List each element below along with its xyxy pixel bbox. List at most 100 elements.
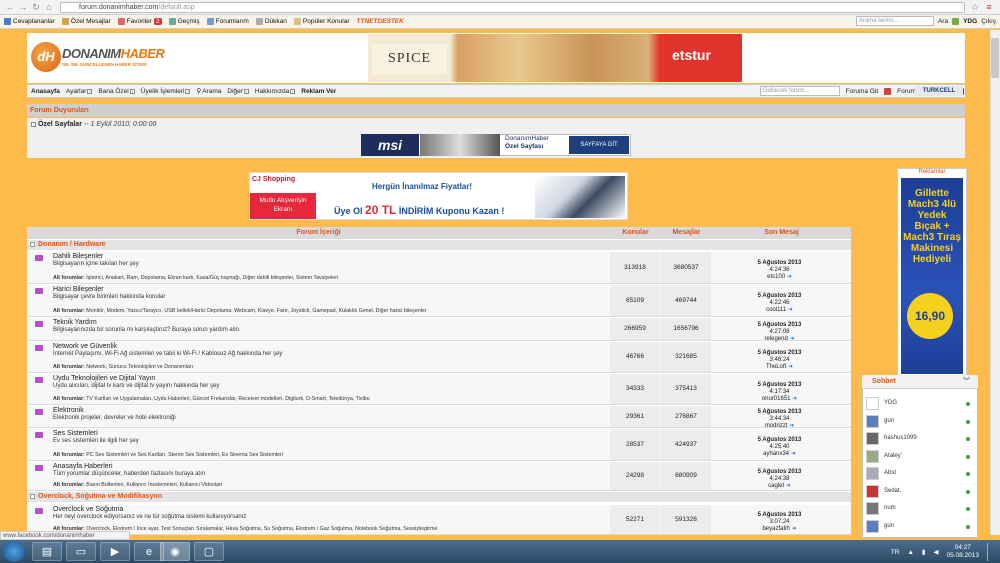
nav-hakkimizda[interactable]: Hakkımızda +: [255, 88, 296, 95]
forum-goto-input[interactable]: Gidilecek forum...: [759, 86, 840, 96]
network-icon[interactable]: ▮: [922, 548, 926, 556]
collapse-icon[interactable]: [30, 493, 35, 499]
subforums[interactable]: Alt forumlar: Network, Sunucu Teknolojil…: [53, 364, 193, 370]
forum-name[interactable]: Elektronik: [53, 407, 84, 414]
last-post-user[interactable]: ets100: [767, 274, 785, 280]
star-icon[interactable]: ☆: [970, 2, 980, 12]
chat-user[interactable]: Ataley': [864, 448, 976, 465]
category-overclock[interactable]: Overclock, Soğutma ve Modifikasyon: [27, 492, 851, 502]
menu-icon[interactable]: ≡: [984, 2, 994, 12]
user-name[interactable]: YDG: [963, 18, 977, 25]
bookmark-ozel-mesajlar[interactable]: Özel Mesajlar: [61, 18, 111, 25]
ttnet-link[interactable]: TTNETDESTEK: [357, 18, 404, 25]
msi-goto-button[interactable]: SAYFAYA GİT: [569, 136, 629, 154]
nav-reklam-ver[interactable]: Reklam Ver: [301, 88, 336, 95]
forum-row[interactable]: Teknik Yardım Bilgisayarınızda bir sorunl…: [27, 318, 851, 343]
go-to-post-icon[interactable]: ➜: [792, 396, 797, 403]
chrome-icon[interactable]: ◉: [160, 542, 190, 561]
chat-user[interactable]: gun: [864, 413, 976, 430]
last-post-user[interactable]: beyazfatih: [762, 526, 789, 532]
forum-name[interactable]: Teknik Yardım: [53, 319, 97, 326]
last-post[interactable]: 5 Ağustos 2013 3:44:34 modrizzt ➜: [727, 409, 832, 430]
window-icon[interactable]: ▢: [194, 542, 224, 561]
last-post[interactable]: 5 Ağustos 2013 4:24:38 caglet ➜: [727, 469, 832, 490]
forum-name[interactable]: Overclock ve Soğutma: [53, 506, 123, 513]
chat-user[interactable]: num: [864, 500, 976, 517]
nav-diger[interactable]: Diğer +: [227, 88, 249, 95]
last-post[interactable]: 5 Ağustos 2013 4:25:40 ayhanx34 ➜: [727, 437, 832, 458]
start-button-icon[interactable]: [3, 541, 25, 562]
collapse-icon[interactable]: -: [31, 122, 36, 127]
category-donanim[interactable]: Donanım / Hardware: [27, 240, 851, 250]
last-post[interactable]: 5 Ağustos 2013 3:07:24 beyazfatih ➜: [727, 512, 832, 533]
go-to-post-icon[interactable]: ➜: [792, 526, 797, 533]
last-post-user[interactable]: caglet: [768, 483, 784, 489]
media-player-icon[interactable]: ▶: [100, 542, 130, 561]
last-post-user[interactable]: TheLoft: [766, 364, 786, 370]
forum-row[interactable]: Harici Bileşenler Bilgisayar çevre biriml…: [27, 285, 851, 317]
bookmark-populer-konular[interactable]: Popüler Konular: [293, 18, 350, 25]
announcement-title[interactable]: Özel Sayfalar: [38, 121, 82, 128]
announcement-row[interactable]: - Özel Sayfalar -- 1 Eylül 2010; 0:00:00: [27, 118, 965, 132]
last-post[interactable]: 5 Ağustos 2013 4:17:34 onur01651 ➜: [727, 382, 832, 403]
address-bar[interactable]: forum.donanimhaber.com/default.asp: [60, 2, 965, 13]
folder-icon[interactable]: ▭: [66, 542, 96, 561]
chat-user[interactable]: gun: [864, 518, 976, 535]
scrollbar-thumb[interactable]: [991, 38, 999, 78]
collapse-icon[interactable]: [30, 241, 35, 247]
back-icon[interactable]: ←: [5, 2, 15, 12]
turkcell-logo[interactable]: TURKCELL: [915, 86, 963, 96]
explorer-icon[interactable]: ▤: [32, 542, 62, 561]
last-post[interactable]: 5 Ağustos 2013 4:27:08 relegend ➜: [727, 322, 832, 343]
nav-uyelik[interactable]: Üyelik İşlemleri +: [141, 88, 191, 95]
go-to-post-icon[interactable]: ➜: [786, 483, 791, 490]
chat-user[interactable]: Sedat.: [864, 483, 976, 500]
forum-name[interactable]: Network ve Güvenlik: [53, 343, 117, 350]
chat-user[interactable]: Abst: [864, 465, 976, 482]
last-post-user[interactable]: ayhanx34: [763, 451, 789, 457]
last-post-user[interactable]: cool111: [766, 307, 786, 313]
last-post[interactable]: 5 Ağustos 2013 3:46:24 TheLoft ➜: [727, 350, 832, 371]
go-to-post-icon[interactable]: ➜: [788, 364, 793, 371]
forum-goto-button[interactable]: Foruma Git: [846, 88, 879, 95]
settings-icon[interactable]: [952, 17, 960, 25]
nav-bana-ozel[interactable]: Bana Özel +: [98, 88, 135, 95]
subforums[interactable]: Alt forumlar: Basın Bültenleri, Kullanıc…: [53, 482, 222, 488]
last-post[interactable]: 5 Ağustos 2013 4:24:36 ets100 ➜: [727, 260, 832, 281]
chat-user[interactable]: hashus1099: [864, 430, 976, 447]
clock[interactable]: 04:27 05.08.2013: [946, 544, 979, 560]
page-scrollbar[interactable]: [990, 30, 1000, 535]
chat-user[interactable]: YDG: [864, 395, 976, 412]
volume-icon[interactable]: ◀: [933, 548, 938, 556]
subforums[interactable]: Alt forumlar: TV Kartları ve Uygulamalar…: [53, 396, 370, 402]
forum-row[interactable]: Uydu Teknolojileri ve Dijital Yayın Uydu …: [27, 374, 851, 405]
forum-row[interactable]: Overclock ve Soğutma Her neyi overclock e…: [27, 505, 851, 535]
bookmark-cevaplananlar[interactable]: Cevaplananlar: [4, 18, 55, 25]
nav-anasayfa[interactable]: Anasayfa: [31, 88, 60, 95]
home-icon[interactable]: ⌂: [44, 2, 54, 12]
reload-icon[interactable]: ↻: [31, 2, 41, 12]
subforums[interactable]: Alt forumlar: İşlemci, Anakart, Ram, Dep…: [53, 275, 338, 281]
forward-icon[interactable]: →: [18, 2, 28, 12]
last-post-user[interactable]: onur01651: [762, 396, 791, 402]
bookmark-gecmis[interactable]: Geçmiş: [168, 18, 200, 25]
forum-name[interactable]: Anasayfa Haberleri: [53, 463, 113, 470]
forum-name[interactable]: Harici Bileşenler: [53, 286, 104, 293]
forum-row[interactable]: Anasayfa Haberleri Tüm yorumlar düşüncele…: [27, 462, 851, 491]
forum-row[interactable]: Ses Sistemleri Ev ses sistemleri ile ilgi…: [27, 429, 851, 461]
chat-header[interactable]: Sohbet ︾: [862, 375, 978, 389]
bookmark-dukkan[interactable]: Dükkan: [255, 18, 287, 25]
nav-arama[interactable]: ⚲ Arama: [196, 87, 221, 96]
tray-arrow-icon[interactable]: ▲: [907, 549, 913, 556]
language-indicator[interactable]: TR: [891, 549, 900, 556]
last-post[interactable]: 5 Ağustos 2013 4:22:46 cool111 ➜: [727, 293, 832, 314]
forum-name[interactable]: Dahili Bileşenler: [53, 253, 103, 260]
nav-ayarlar[interactable]: Ayarlar +: [66, 88, 93, 95]
forum-name[interactable]: Ses Sistemleri: [53, 430, 98, 437]
subforums[interactable]: Alt forumlar: Monitör, Modem, Yazıcı/Tar…: [53, 308, 427, 314]
subforums[interactable]: Alt forumlar: PC Ses Sistemleri ve Ses K…: [53, 452, 283, 458]
toolbar-search-button[interactable]: Ara: [938, 18, 948, 25]
show-desktop-button[interactable]: [987, 543, 995, 561]
toolbar-search-input[interactable]: Arama terimi....: [855, 16, 934, 26]
go-to-post-icon[interactable]: ➜: [788, 307, 793, 314]
